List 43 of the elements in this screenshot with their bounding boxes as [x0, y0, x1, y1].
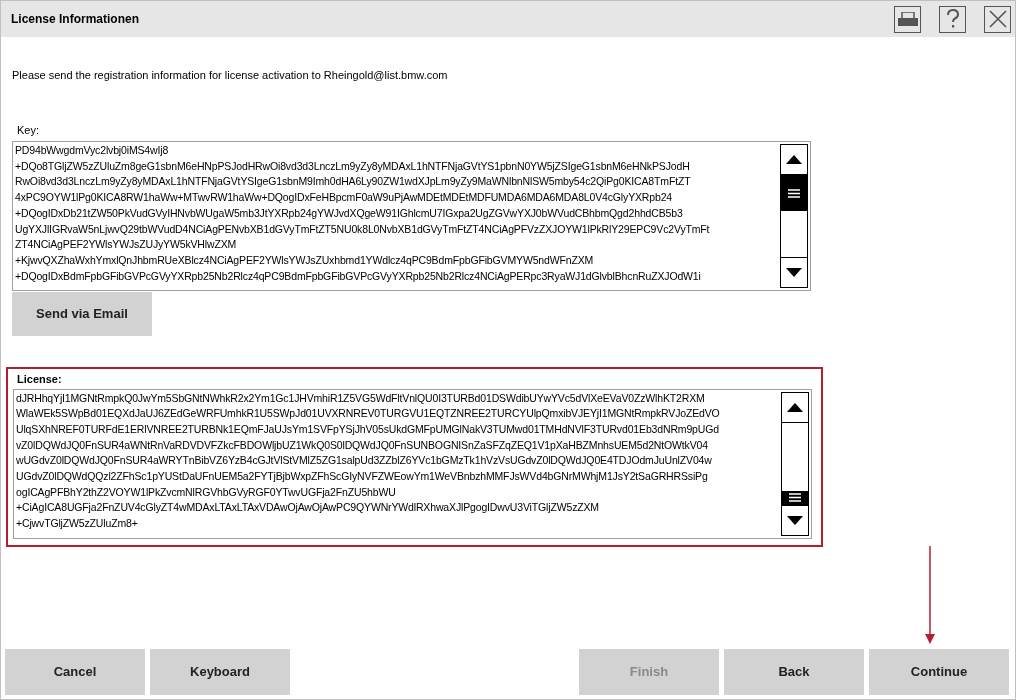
license-label: License:: [17, 372, 62, 387]
key-text-area[interactable]: [12, 141, 811, 291]
text-line: vZ0lDQWdJQ0FnSUR4aWNtRnVaRDVDVFZkcFBDOWljbUZ1WkQ0S0lDQWdJQ0FnSUNBOGNISnZaSFZqZEQ1V1pXaHBZMnhsUEM5d2NtOWtkV04: [16, 437, 708, 453]
scroll-thumb[interactable]: [782, 490, 808, 505]
scroll-bar[interactable]: [781, 391, 809, 536]
close-icon: [988, 10, 1007, 28]
up-arrow-icon[interactable]: [786, 155, 802, 164]
dialog-button[interactable]: Cancel: [5, 649, 145, 695]
scroll-bar[interactable]: [780, 144, 808, 288]
text-line: wUGdvZ0lDQWdJQ0FnSUR4aWRYTnBibVZ6YzB4cGJtVlStVMlZ5ZG1salpUd3ZZblZ6YVc1bGMzTk1hVzVsUGdvZ0lDQWdJQ0E4TDJOdmJuUnlZV04w: [16, 453, 712, 469]
text-line: RwOi8vd3d3LnczLm9yZy8yMDAxL1hNTFNjaGVtYSIgeG1sbnM9Imh0dHA6Ly90ZW1wdXJpLm9yZy9MaWNlbnNlSW5mby54c2QiPg0KICA8TmFtZT: [15, 174, 691, 190]
close-button[interactable]: [984, 5, 1011, 33]
dialog-button[interactable]: Keyboard: [150, 649, 290, 695]
text-line: 4xPC9OYW1lPg0KICA8RW1haWw+MTwvRW1haWw+DQogIDxFeHBpcmF0aW9uPjAwMDEtMDEtMDFUMDA6MDA6MDA8L0V4cGlyYXRpb24: [15, 190, 673, 206]
text-line: +DQogIDxBdmFpbGFibGVPcGVyYXRpb25Nb2Rlcz4qPC9BdmFpbGFibGVPcGVyYXRpb25Nb2Rlcz4NCiAgPERpc3RyaWJ1dGlvblBhcnRuZXJOdW1i: [15, 268, 701, 284]
dialog-button[interactable]: Back: [724, 649, 864, 695]
text-line: +KjwvQXZhaWxhYmxlQnJhbmRUeXBlcz4NCiAgPEF2YWlsYWJsZUxhbmd1YWdlcz4qPC9BdmFpbGFibGVMYW5ndWFnZXM: [15, 252, 594, 268]
scroll-thumb[interactable]: [781, 175, 807, 211]
print-button[interactable]: [894, 5, 921, 33]
license-text-area[interactable]: [13, 388, 812, 539]
text-line: ogICAgPFBhY2thZ2VOYW1lPkZvcmNlRGVhbGVyRGF0YTwvUGFja2FnZU5hbWU: [16, 484, 396, 500]
down-arrow-icon[interactable]: [787, 515, 803, 525]
printer-icon: [897, 12, 918, 26]
text-line: PD94bWwgdmVyc2lvbj0iMS4wIj8: [15, 143, 169, 158]
text-line: +DQogIDxDb21tZW50PkVudGVyIHNvbWUgaW5mb3JtYXRpb24gYWJvdXQgeW91IGhlcmU7IGxpa2UgZGVwYXJ0bWVudCBhbmQgd2hhdCB5b3: [15, 205, 683, 221]
text-line: ZT4NCiAgPEF2YWlsYWJsZUJyYW5kVHlwZXM: [15, 237, 237, 253]
text-line: WlaWEk5SWpBd01EQXdJaUJ6ZEdGeWRFUmhkR1U5SWpJd01UVXRNREV0TURGVU1EQTZNREE2TURCYUlpQmxibVJEYjI1MGNtRmpkRVJoZEdVO: [16, 406, 720, 422]
down-arrow-icon[interactable]: [786, 268, 802, 277]
dialog-button[interactable]: Continue: [869, 649, 1009, 695]
key-label: Key:: [17, 122, 39, 138]
text-line: UlqSXhNREF0TURFdE1ERlVNREE2TURBNk1EQmFJaUJsYm1SVFpYSjJhV05sUkdGMFpUMGlNakV3TUMwd01TMHdNVlF3TURvd01Eb3dNRm9pUGd: [16, 421, 719, 437]
text-line: UgYXJlIGRvaW5nLjwvQ29tbWVudD4NCiAgPENvbXB1dGVyTmFtZT5NU0k8L0NvbXB1dGVyTmFtZT4NCiAgPFVzZXJOYW1lPkRlY29EPC9Vc2VyTmFt: [15, 221, 710, 237]
text-line: +CiAgICA8UGFja2FnZUV4cGlyZT4wMDAxLTAxLTAxVDAwOjAwOjAwPC9QYWNrYWdlRXhwaXJlPgogIDwvU3ViTGljZW5zZXM: [16, 500, 599, 516]
help-icon: [945, 9, 960, 29]
help-button[interactable]: [939, 5, 966, 33]
text-line: +DQo8TGljZW5zZUluZm8geG1sbnM6eHNpPSJodHRwOi8vd3d3LnczLm9yZy8yMDAxL1hNTFNjaGVtYS1pbnN0YW5jZSIgeG1sbnM6eHNkPSJodH: [15, 158, 690, 174]
window-title: License Informationen: [11, 11, 141, 28]
send-email-button[interactable]: Send via Email: [12, 292, 152, 336]
instruction-text: Please send the registration information for license activation to Rheingold@list.bmw.com: [12, 68, 449, 83]
text-line: dJRHhqYjI1MGNtRmpkQ0JwYm5SbGNtNWhkR2x2Ym1Gc1JHVmhiR1Z5VG5WdFltVnlQU0I3TURBd01DSWdibUYwYVc5dVlXeEVaV0ZzWlhKT2RXM: [16, 390, 705, 406]
text-line: +CjwvTGljZW5zZUluZm8+: [16, 516, 138, 532]
text-line: UGdvZ0lDQWdQQzl2ZFhSc1pYUStDaUFnUEM5a2FYTjBjbWxpZFhScGIyNVFZWEowYm1WeVBnbzhMMFJsWVd4bGNrMWhjM1JsY2tSaGRHRSsiPg: [16, 469, 708, 484]
up-arrow-icon[interactable]: [787, 402, 803, 412]
